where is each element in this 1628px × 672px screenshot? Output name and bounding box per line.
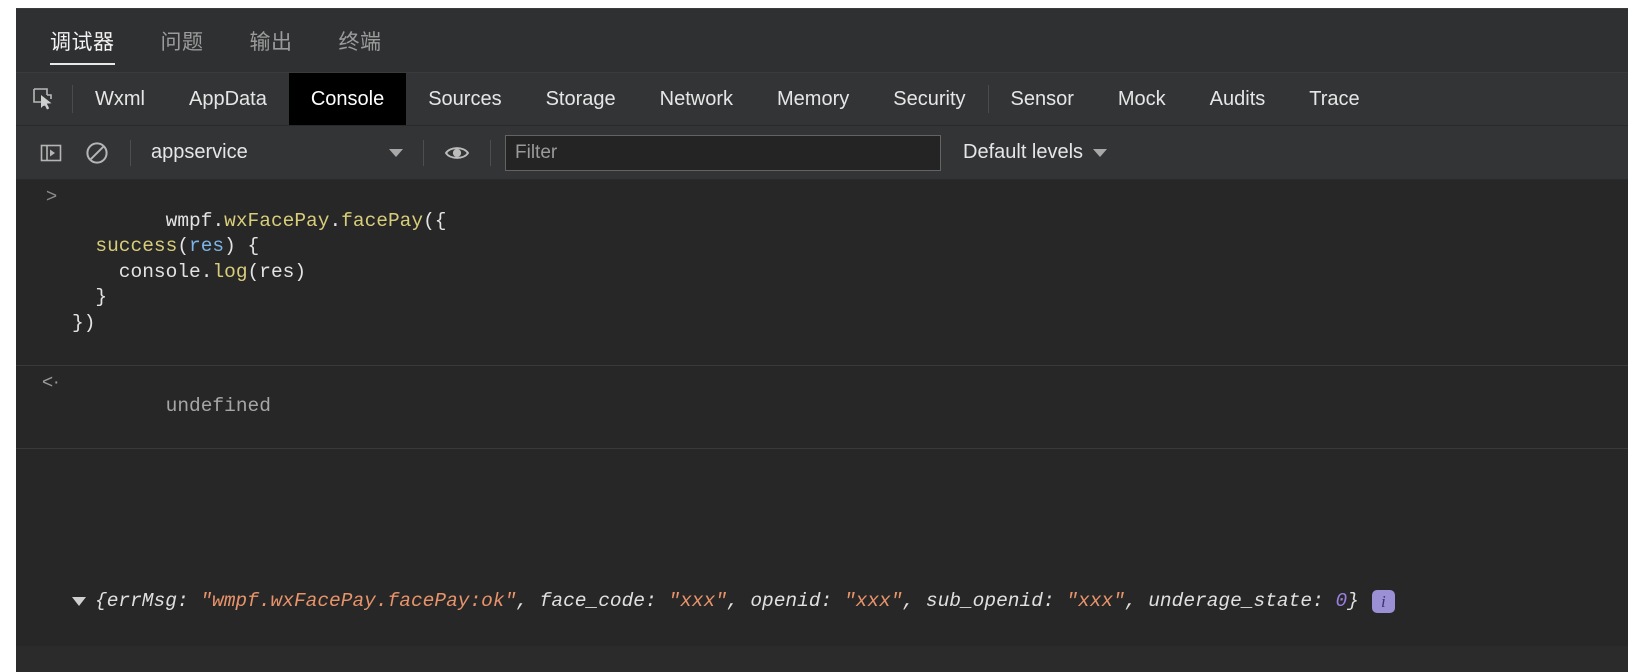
inspect-element-button[interactable] [16,73,72,125]
panel-tab-label: 输出 [250,26,293,56]
devtools-window: 调试器 问题 输出 终端 Wxml AppData Console Source… [16,8,1628,672]
toolbar-divider [130,140,131,166]
tab-label: Mock [1118,88,1166,111]
console-input-message[interactable]: > wmpf.wxFacePay.facePay({ success(res) {… [16,180,1628,366]
console-result-message[interactable]: <· undefined [16,366,1628,450]
expand-triangle-icon[interactable] [72,597,86,606]
console-message-list[interactable]: > wmpf.wxFacePay.facePay({ success(res) {… [16,180,1628,646]
clear-console-icon [84,140,110,166]
devtools-tab-bar: Wxml AppData Console Sources Storage Net… [16,73,1628,126]
object-group: {errMsg: "wmpf.wxFacePay.facePay:ok", fa… [16,508,1628,646]
live-expression-button[interactable] [434,126,480,180]
tab-security[interactable]: Security [871,73,987,125]
panel-tab-bar: 调试器 问题 输出 终端 [16,9,1628,73]
console-result-value: undefined [166,395,271,417]
tab-label: AppData [189,88,267,111]
tab-label: Sources [428,88,501,111]
console-sidebar-toggle-button[interactable] [28,126,74,180]
console-input-code: wmpf.wxFacePay.facePay({ success(res) { … [72,210,447,334]
panel-tab-output[interactable]: 输出 [250,9,293,73]
chevron-down-icon [1093,149,1107,157]
log-level-value: Default levels [963,141,1083,164]
filter-input[interactable] [505,135,941,171]
sidebar-panel-icon [39,141,63,165]
tab-storage[interactable]: Storage [524,73,638,125]
tab-label: Sensor [1011,88,1074,111]
panel-tab-debugger[interactable]: 调试器 [50,9,115,73]
panel-tab-issues[interactable]: 问题 [161,9,204,73]
console-toolbar: appservice Default levels [16,126,1628,180]
tab-label: Audits [1210,88,1266,111]
input-marker-icon: > [46,184,57,210]
screen-root: 调试器 问题 输出 终端 Wxml AppData Console Source… [0,0,1628,672]
execution-context-value: appservice [151,141,379,164]
chevron-down-icon [389,149,403,157]
tab-mock[interactable]: Mock [1096,73,1188,125]
clear-console-button[interactable] [74,126,120,180]
tab-wxml[interactable]: Wxml [73,73,167,125]
panel-tab-label: 终端 [339,26,382,56]
tab-sensor[interactable]: Sensor [989,73,1096,125]
tab-label: Trace [1309,88,1359,111]
panel-tab-terminal[interactable]: 终端 [339,9,382,73]
object-info-icon[interactable]: i [1372,590,1395,613]
tab-label: Storage [546,88,616,111]
eye-icon [443,139,471,167]
tab-memory[interactable]: Memory [755,73,871,125]
tab-label: Security [893,88,965,111]
tab-label: Console [311,88,384,111]
toolbar-divider [490,140,491,166]
inspect-cursor-icon [31,86,57,112]
tab-label: Memory [777,88,849,111]
tab-sources[interactable]: Sources [406,73,523,125]
object-preview-text: {errMsg: "wmpf.wxFacePay.facePay:ok", fa… [95,589,1359,615]
tab-audits[interactable]: Audits [1188,73,1288,125]
tab-label: Network [660,88,733,111]
toolbar-divider [423,140,424,166]
tab-console[interactable]: Console [289,73,406,125]
tab-network[interactable]: Network [638,73,755,125]
tab-trace[interactable]: Trace [1287,73,1381,125]
log-level-selector[interactable]: Default levels [963,141,1107,164]
panel-tab-label: 问题 [161,26,204,56]
tab-appdata[interactable]: AppData [167,73,289,125]
tab-label: Wxml [95,88,145,111]
output-marker-icon: <· [42,370,59,396]
panel-tab-label: 调试器 [50,26,115,56]
execution-context-selector[interactable]: appservice [141,126,413,180]
object-preview-row[interactable]: {errMsg: "wmpf.wxFacePay.facePay:ok", fa… [72,585,1628,617]
console-object-message[interactable]: {errMsg: "wmpf.wxFacePay.facePay:ok", fa… [16,449,1628,646]
